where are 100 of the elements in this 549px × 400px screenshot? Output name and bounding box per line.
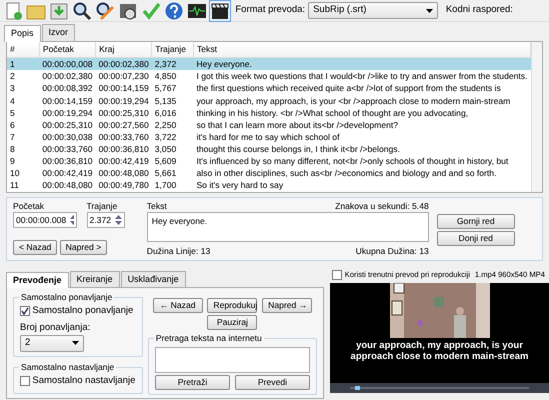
tab[interactable]: Popis [4, 25, 41, 42]
table-cell-text: 00:00:36,810 [41, 155, 94, 168]
table-cell-text: 00:00:25,310 [41, 118, 94, 131]
tab[interactable]: Izvor [42, 24, 76, 40]
table-cell-text: 7 [9, 130, 16, 143]
table-cell-text: 00:00:19,294 [98, 94, 150, 107]
table-cell-text: 00:00:48,080 [41, 179, 94, 192]
tab[interactable]: Prevođenje [6, 272, 69, 288]
table-cell-text: 5 [9, 106, 16, 119]
line-length: Dužina Linije: 13 [146, 244, 210, 258]
search-text-field[interactable] [154, 346, 310, 373]
magnifier-pencil-icon[interactable] [95, 0, 115, 20]
use-current-checkbox[interactable] [332, 270, 342, 280]
table-cell-text: 9 [9, 155, 16, 168]
table-cell-text: I got this week two questions that I would<br />like to try and answer from the students. [195, 70, 528, 82]
table-cell-text: 2 [9, 70, 16, 82]
table-cell-text: 00:00:27,560 [98, 118, 150, 131]
table-cell-text: 00:00:14,159 [41, 94, 94, 107]
continue-label: Samostalno nastavljanje [32, 374, 136, 388]
translate-button[interactable]: Prevedi [234, 375, 310, 390]
table-cell: 00:00:00,008 [39, 58, 96, 70]
pause-button[interactable]: Pauziraj [207, 315, 258, 330]
table-cell-text: 00:00:36,810 [98, 142, 150, 156]
clapperboard-icon[interactable] [210, 0, 230, 20]
table-cell-text: 2,250 [154, 118, 178, 131]
table-cell-text: 6 [9, 118, 16, 131]
table-cell-text: 00:00:19,294 [41, 106, 94, 119]
table-cell-text: thought this course belongs in, I think it<br />belongs. [195, 142, 401, 156]
table-cell-text: 6,016 [154, 106, 178, 119]
repeat-checkbox[interactable] [20, 306, 30, 316]
table-cell: 00:00:02,380 [96, 58, 152, 70]
help-icon[interactable] [164, 0, 184, 20]
group-title: Pretraga teksta na internetu [154, 332, 264, 343]
subtitle-overlay: your approach, my approach, is your approach close to modern main-stream [350, 340, 530, 362]
table-cell-text: 4,850 [154, 70, 178, 82]
duration-label: Trajanje [86, 200, 118, 212]
tab[interactable]: Usklađivanje [120, 270, 186, 287]
table-cell-text: so that I can learn more about its<br />development? [195, 118, 400, 131]
table-cell-text: It's influenced by so many different, not<br />only schools of thought in history, but [195, 155, 510, 168]
table-cell-text: 00:00:02,380 [41, 70, 94, 82]
table-cell-text: 4 [9, 94, 16, 107]
table-cell-text: 00:00:14,159 [98, 82, 150, 94]
repeat-count-label: Broj ponavljanja: [20, 320, 92, 335]
table-cell-text: the first questions which received quite a<br />lot of support from the students is [195, 82, 502, 94]
search-button[interactable]: Pretraži [154, 375, 230, 390]
table-cell-text: 3,050 [154, 142, 178, 156]
upper-line-button[interactable]: Gornji red [436, 214, 515, 228]
caret-icon [426, 8, 434, 12]
table-cell-text: 1,700 [154, 179, 178, 192]
text-label: Tekst [146, 200, 167, 212]
start-time-spinner[interactable]: 00:00:00.008 [13, 212, 77, 228]
magnifier-icon[interactable] [72, 0, 92, 20]
table-cell-text: 00:00:30,038 [41, 130, 94, 143]
column-header[interactable]: Tekst [193, 42, 530, 58]
play-button[interactable]: Reprodukuj [207, 298, 258, 313]
tab[interactable]: Kreiranje [70, 270, 120, 287]
checkmark-icon[interactable] [141, 0, 161, 20]
table-cell-text: So it's very hard to say [195, 179, 284, 192]
duration-spinner[interactable]: 2.372 [86, 212, 124, 228]
total-length: Ukupna Dužina: 13 [356, 244, 429, 258]
table-cell-text: 00:00:07,230 [98, 70, 150, 82]
table-cell-text: 00:00:49,780 [98, 179, 150, 192]
table-cell-text: 00:00:33,760 [98, 130, 150, 143]
table-cell: 2,372 [152, 58, 194, 70]
table-cell-text: 5,661 [154, 167, 178, 180]
repeat-label: Samostalno ponavljanje [32, 304, 134, 318]
lower-line-button[interactable]: Donji red [436, 230, 515, 246]
table-cell-text: 8 [9, 142, 16, 156]
table-cell-text: 00:00:42,419 [98, 155, 150, 168]
column-header[interactable]: Početak [39, 42, 96, 58]
start-time-label: Početak [13, 200, 46, 212]
table-cell-text: 11 [9, 179, 20, 192]
table-cell-text: 5,135 [154, 94, 178, 107]
table-cell-text: it's hard for me to say which school of [195, 130, 340, 143]
table-cell-text: 00:00:08,392 [41, 82, 94, 94]
table-cell: 1 [7, 58, 40, 70]
subtitle-text-field[interactable]: Hey everyone. [146, 212, 429, 242]
column-header[interactable]: Kraj [96, 42, 152, 58]
table-cell-text: 00:00:42,419 [41, 167, 94, 180]
repeat-count-dropdown[interactable]: 2 [20, 334, 84, 352]
format-label: Format prevoda: [235, 3, 306, 18]
seek-thumb[interactable] [355, 386, 360, 390]
group-title: Samostalno ponavljanje [19, 292, 114, 302]
forward-button[interactable]: Napred → [262, 298, 312, 313]
next-button[interactable]: Napred > [60, 240, 108, 256]
continue-checkbox[interactable] [20, 376, 30, 386]
vertical-scrollbar[interactable] [531, 42, 542, 192]
column-header[interactable]: Trajanje [152, 42, 194, 58]
encoding-label: Kodni raspored: [446, 3, 513, 18]
column-header[interactable]: # [7, 42, 40, 58]
chars-per-second: Znakova u sekundi: 5.48 [335, 200, 429, 212]
table-cell: Hey everyone. [193, 58, 530, 70]
table-cell-text: 00:00:25,310 [98, 106, 150, 119]
previous-button[interactable]: < Nazad [13, 240, 58, 256]
back-button[interactable]: ← Nazad [152, 298, 203, 313]
table-cell-text: 00:00:48,080 [98, 167, 150, 180]
table-cell-text: also in other disciplines, such as<br />economics and biology and and so forth. [195, 167, 498, 180]
caret-icon [72, 341, 79, 346]
format-dropdown[interactable]: SubRip (.srt) [308, 2, 438, 19]
table-cell-text: your approach, my approach, is your <br />approach close to modern main-stream [195, 94, 512, 107]
